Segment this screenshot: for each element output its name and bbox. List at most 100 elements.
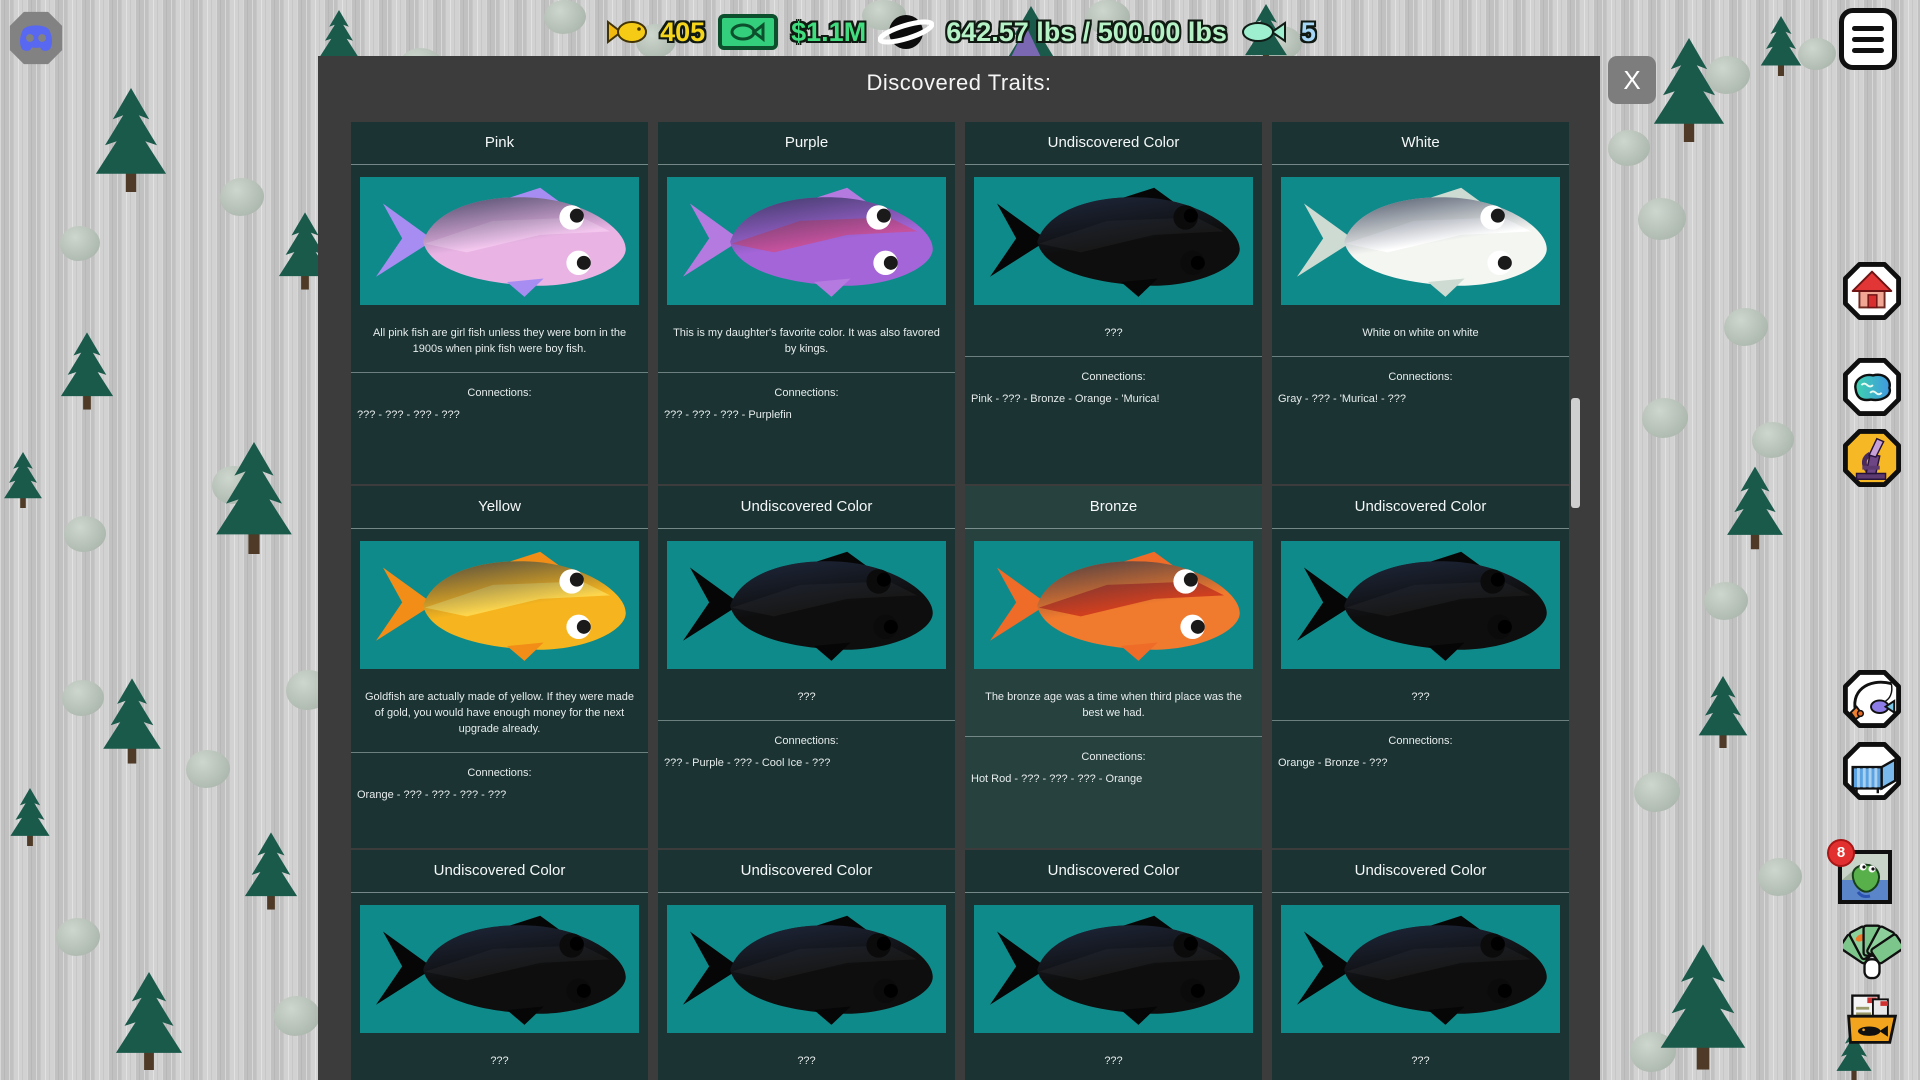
fish-illustration xyxy=(1290,547,1552,663)
trait-description: ??? xyxy=(363,1053,636,1069)
records-button[interactable] xyxy=(1843,988,1901,1050)
rock xyxy=(62,680,104,716)
notification-badge: 8 xyxy=(1827,839,1855,867)
card-divider xyxy=(1272,720,1569,721)
fish-shading xyxy=(1344,925,1547,1014)
rock xyxy=(60,226,100,261)
fish-pupil-top xyxy=(1490,573,1504,587)
fish-pupil-bottom xyxy=(576,256,590,270)
connections-label: Connections: xyxy=(658,387,955,399)
trait-card[interactable]: Purple This is my daughter's favorite co… xyxy=(658,122,955,484)
traits-grid: Pink All pink fish are girl fish unless … xyxy=(351,122,1569,1080)
home-button[interactable] xyxy=(1843,262,1901,320)
card-divider xyxy=(1272,356,1569,357)
card-collection-button[interactable] xyxy=(1843,918,1901,982)
fish-image-frame xyxy=(974,541,1253,669)
fish-pupil-top xyxy=(1490,209,1504,223)
trait-card-title: Bronze xyxy=(965,486,1262,529)
card-divider xyxy=(658,720,955,721)
pine-tree xyxy=(212,442,296,554)
fish-illustration xyxy=(676,183,938,299)
fish-shading xyxy=(423,925,626,1014)
trait-card[interactable]: Undiscovered Color ??? Connections: xyxy=(1272,850,1569,1080)
rock xyxy=(1704,582,1748,620)
trait-card[interactable]: Undiscovered Color ??? Connections: Pink… xyxy=(965,122,1262,484)
rock xyxy=(56,918,100,956)
fish-illustration xyxy=(369,547,631,663)
pine-tree xyxy=(112,972,186,1070)
weight-capacity: 642.57 lbs / 500.00 lbs xyxy=(946,17,1227,48)
fish-image-frame xyxy=(360,177,639,305)
fish-image-frame xyxy=(1281,541,1560,669)
fish-pupil-top xyxy=(1183,937,1197,951)
fish-shading xyxy=(1344,197,1547,286)
fish-image-frame xyxy=(360,905,639,1033)
trait-card[interactable]: Undiscovered Color ??? Connections: xyxy=(351,850,648,1080)
pond-icon xyxy=(1855,375,1890,400)
fish-image-frame xyxy=(667,541,946,669)
hud-bar: 405 $1.1M 642.57 lbs / 500.00 lbs 5 xyxy=(0,10,1920,54)
rock xyxy=(1638,198,1686,240)
trait-card[interactable]: Undiscovered Color ??? Connections: Oran… xyxy=(1272,486,1569,848)
trait-card-title: Undiscovered Color xyxy=(351,850,648,893)
fish-image-frame xyxy=(667,905,946,1033)
fish-pupil-bottom xyxy=(1190,984,1204,998)
fish-shading xyxy=(1037,925,1240,1014)
trait-card[interactable]: Undiscovered Color ??? Connections: xyxy=(965,850,1262,1080)
card-fan-icon xyxy=(1843,926,1901,978)
connections-list: ??? - ??? - ??? - Purplefin xyxy=(658,409,955,421)
fence-button[interactable] xyxy=(1843,742,1901,800)
fish-image-frame xyxy=(667,177,946,305)
trait-description: ??? xyxy=(670,1053,943,1069)
fish-photo-button[interactable]: 8 xyxy=(1834,846,1896,908)
fish-illustration xyxy=(676,911,938,1027)
rock xyxy=(186,750,230,788)
card-divider xyxy=(351,372,648,373)
card-divider xyxy=(351,752,648,753)
trait-card[interactable]: Undiscovered Color ??? Connections: xyxy=(658,850,955,1080)
pine-tree xyxy=(100,678,164,764)
fish-count: 405 xyxy=(660,17,705,48)
fish-pupil-bottom xyxy=(576,620,590,634)
fish-illustration xyxy=(369,911,631,1027)
fish-pupil-bottom xyxy=(1190,256,1204,270)
fish-illustration xyxy=(1290,183,1552,299)
gold-fish-icon xyxy=(604,17,648,47)
fishing-button[interactable] xyxy=(1843,670,1901,728)
fish-pupil-bottom xyxy=(1190,620,1204,634)
trait-card[interactable]: White White on white on white Connection… xyxy=(1272,122,1569,484)
fish-illustration xyxy=(983,911,1245,1027)
fish-shading xyxy=(1037,197,1240,286)
fish-image-frame xyxy=(1281,177,1560,305)
connections-list: Gray - ??? - 'Murica! - ??? xyxy=(1272,393,1569,405)
trait-card[interactable]: Pink All pink fish are girl fish unless … xyxy=(351,122,648,484)
research-button[interactable] xyxy=(1843,429,1901,487)
fish-illustration xyxy=(676,547,938,663)
fish-pupil-bottom xyxy=(1497,984,1511,998)
fish-pupil-bottom xyxy=(1497,620,1511,634)
scrollbar-thumb[interactable] xyxy=(1571,398,1580,508)
pine-tree xyxy=(8,788,52,846)
fish-pupil-top xyxy=(569,573,583,587)
money-card-icon xyxy=(717,13,779,51)
connections-label: Connections: xyxy=(965,751,1262,763)
trait-card-title: Pink xyxy=(351,122,648,165)
fish-pupil-bottom xyxy=(576,984,590,998)
fish-pupil-top xyxy=(1490,937,1504,951)
trait-card[interactable]: Undiscovered Color ??? Connections: ??? … xyxy=(658,486,955,848)
connections-label: Connections: xyxy=(1272,371,1569,383)
rock xyxy=(1608,130,1650,166)
fish-records-icon xyxy=(1849,996,1896,1043)
pine-tree xyxy=(1656,944,1750,1070)
fish-pupil-top xyxy=(569,937,583,951)
pine-tree xyxy=(1696,676,1750,748)
trait-card[interactable]: Yellow Goldfish are actually made of yel… xyxy=(351,486,648,848)
pine-tree xyxy=(2,452,44,508)
trait-card-title: Undiscovered Color xyxy=(1272,486,1569,529)
trait-description: ??? xyxy=(977,325,1250,341)
pond-button[interactable] xyxy=(1843,358,1901,416)
trait-card[interactable]: Bronze The bronze age was a time when th… xyxy=(965,486,1262,848)
connections-label: Connections: xyxy=(965,371,1262,383)
trait-description: White on white on white xyxy=(1284,325,1557,341)
close-button[interactable]: X xyxy=(1608,56,1656,104)
